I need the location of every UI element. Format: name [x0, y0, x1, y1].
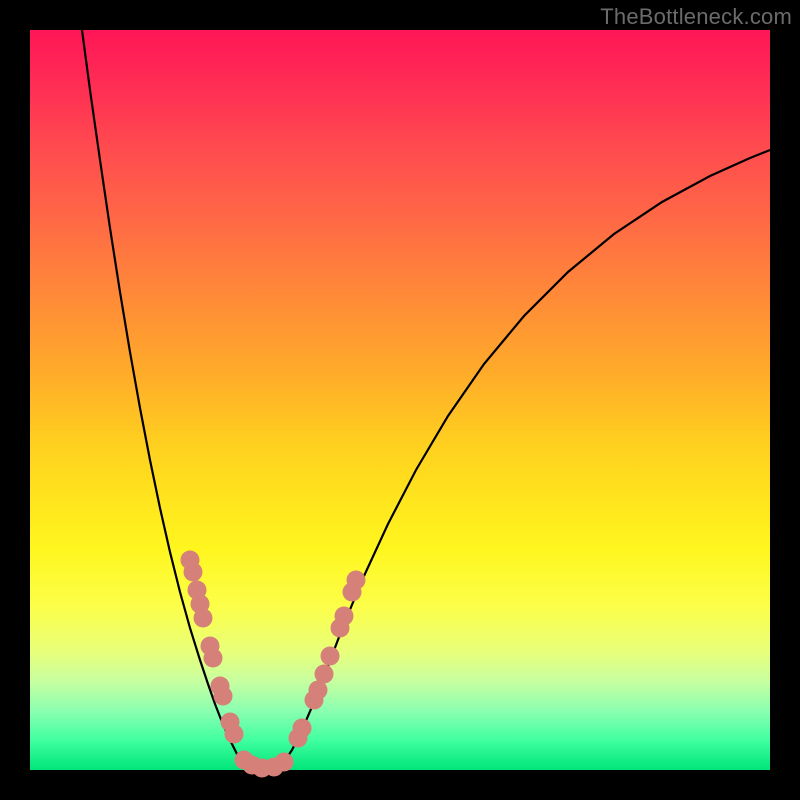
marker-dot — [194, 609, 213, 628]
marker-dot — [293, 719, 312, 738]
marker-dot — [347, 571, 366, 590]
marker-dot — [214, 687, 233, 706]
marker-dot — [335, 607, 354, 626]
curve-right — [284, 150, 770, 762]
marker-dot — [204, 649, 223, 668]
marker-dot — [321, 647, 340, 666]
marker-dot — [275, 753, 294, 772]
marker-dot — [225, 725, 244, 744]
chart-frame: TheBottleneck.com — [0, 0, 800, 800]
marker-dots — [181, 551, 366, 778]
marker-dot — [315, 665, 334, 684]
watermark-text: TheBottleneck.com — [600, 4, 792, 30]
curve-layer — [30, 30, 770, 770]
marker-dot — [184, 563, 203, 582]
